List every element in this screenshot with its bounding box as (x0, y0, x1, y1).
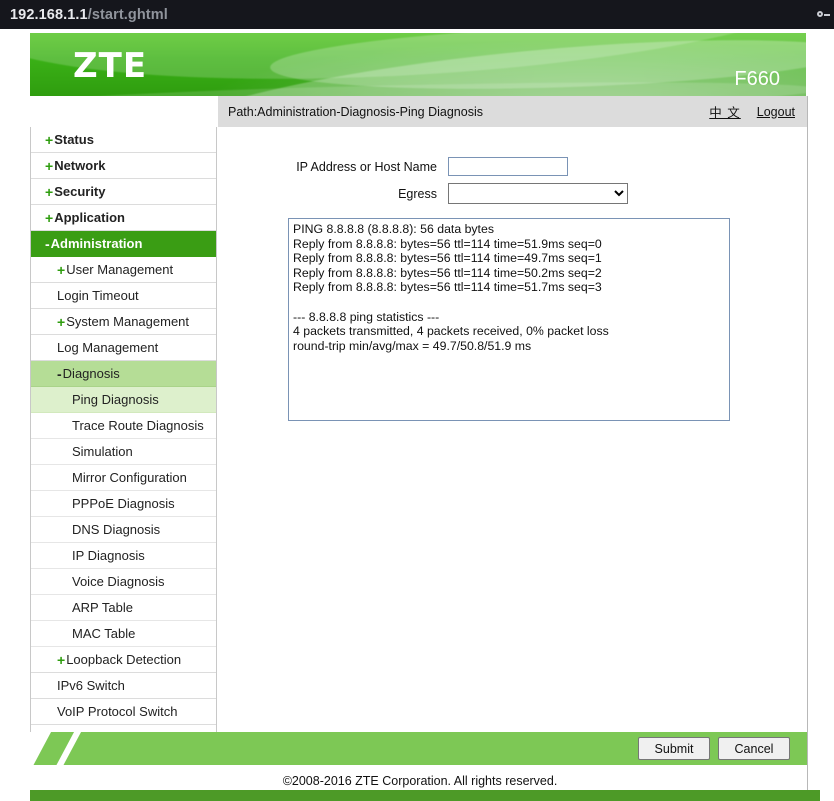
sidebar-item-label: Application (54, 210, 125, 225)
content-pane: Path:Administration-Diagnosis-Ping Diagn… (218, 96, 807, 732)
sidebar-item-label: Voice Diagnosis (72, 574, 165, 589)
browser-chrome-bar: 192.168.1.1/start.ghtml (0, 0, 834, 29)
sidebar-item-ipv6-switch[interactable]: IPv6 Switch (31, 673, 216, 699)
sidebar-navigation: + Status + Network + Security + Application - Adm… (30, 127, 217, 752)
sidebar-item-label: DNS Diagnosis (72, 522, 161, 537)
sidebar-item-label: Loopback Detection (66, 652, 182, 667)
logout-link[interactable]: Logout (757, 105, 795, 119)
key-icon[interactable] (816, 8, 830, 22)
sidebar-item-label: IP Diagnosis (72, 548, 145, 563)
sidebar-item-ip-diagnosis[interactable]: IP Diagnosis (31, 543, 216, 569)
expand-plus-icon: + (45, 157, 54, 174)
sidebar-item-label: Diagnosis (62, 366, 120, 381)
page-body: + Status + Network + Security + Application - Adm… (30, 96, 808, 752)
pathbar-links: 中 文 Logout (709, 102, 795, 121)
expand-plus-icon: + (57, 261, 66, 278)
sidebar-item-label: User Management (66, 262, 174, 277)
sidebar-item-security[interactable]: + Security (31, 179, 216, 205)
footer-buttons: Submit Cancel (638, 737, 790, 760)
sidebar-item-voice-diagnosis[interactable]: Voice Diagnosis (31, 569, 216, 595)
sidebar-item-label: PPPoE Diagnosis (72, 496, 175, 511)
url-path: /start.ghtml (87, 6, 168, 23)
ip-address-label: IP Address or Host Name (296, 159, 437, 174)
sidebar-item-simulation[interactable]: Simulation (31, 439, 216, 465)
sidebar-item-label: Mirror Configuration (72, 470, 187, 485)
sidebar-item-arp-table[interactable]: ARP Table (31, 595, 216, 621)
expand-plus-icon: + (45, 183, 54, 200)
sidebar-item-administration[interactable]: - Administration (31, 231, 216, 257)
sidebar-item-label: VoIP Protocol Switch (57, 704, 178, 719)
sidebar-item-user-management[interactable]: + User Management (31, 257, 216, 283)
sidebar-item-status[interactable]: + Status (31, 127, 216, 153)
sidebar-item-trace-route-diagnosis[interactable]: Trace Route Diagnosis (31, 413, 216, 439)
breadcrumb-bar: Path:Administration-Diagnosis-Ping Diagn… (218, 96, 807, 127)
ping-output-textarea[interactable] (288, 218, 730, 421)
browser-toolbar-right (816, 8, 830, 22)
sidebar-item-ping-diagnosis[interactable]: Ping Diagnosis (31, 387, 216, 413)
sidebar-item-label: Network (54, 158, 106, 173)
sidebar-item-label: Ping Diagnosis (72, 392, 159, 407)
sidebar-item-diagnosis[interactable]: - Diagnosis (31, 361, 216, 387)
page-right-rule (807, 96, 808, 790)
egress-label: Egress (398, 186, 437, 201)
footer-slash-decoration (30, 732, 104, 765)
collapse-minus-icon: - (45, 235, 50, 252)
sidebar-item-mirror-configuration[interactable]: Mirror Configuration (31, 465, 216, 491)
sidebar-item-log-management[interactable]: Log Management (31, 335, 216, 361)
expand-plus-icon: + (45, 209, 54, 226)
submit-button[interactable]: Submit (638, 737, 710, 760)
copyright-text: ©2008-2016 ZTE Corporation. All rights r… (282, 774, 558, 788)
footer-wedge-left (30, 732, 55, 765)
sidebar-item-label: IPv6 Switch (57, 678, 125, 693)
sidebar-item-label: Trace Route Diagnosis (72, 418, 204, 433)
sidebar-item-label: Administration (50, 236, 143, 251)
sidebar-item-mac-table[interactable]: MAC Table (31, 621, 216, 647)
device-model-label: F660 (734, 68, 780, 90)
page-header-banner: ZTE F660 (30, 33, 806, 96)
collapse-minus-icon: - (57, 365, 62, 382)
expand-plus-icon: + (45, 131, 54, 148)
url-host: 192.168.1.1 (10, 6, 88, 23)
breadcrumb: Path:Administration-Diagnosis-Ping Diagn… (228, 104, 483, 119)
address-bar[interactable]: 192.168.1.1/start.ghtml (10, 7, 168, 23)
sidebar-item-loopback-detection[interactable]: + Loopback Detection (31, 647, 216, 673)
sidebar-item-label: Simulation (72, 444, 133, 459)
sidebar-item-label: Security (54, 184, 106, 199)
sidebar-item-label: System Management (66, 314, 190, 329)
sidebar-item-label: MAC Table (72, 626, 136, 641)
sidebar-item-pppoe-diagnosis[interactable]: PPPoE Diagnosis (31, 491, 216, 517)
router-admin-page: ZTE F660 + Status + Network + Security + Applic… (0, 29, 834, 801)
sidebar-item-label: Status (54, 132, 94, 147)
sidebar-item-label: Log Management (57, 340, 159, 355)
sidebar-item-label: Login Timeout (57, 288, 139, 303)
ip-address-field-row: IP Address or Host Name (218, 157, 807, 176)
sidebar-item-application[interactable]: + Application (31, 205, 216, 231)
language-switch-link[interactable]: 中 文 (709, 102, 740, 121)
ping-diagnosis-form: IP Address or Host Name Egress (218, 127, 807, 426)
ip-address-input[interactable] (448, 157, 568, 176)
sidebar-item-network[interactable]: + Network (31, 153, 216, 179)
footer-wedge-mid (52, 732, 85, 765)
expand-plus-icon: + (57, 313, 66, 330)
cancel-button[interactable]: Cancel (718, 737, 790, 760)
egress-select[interactable] (448, 183, 628, 204)
sidebar-item-label: ARP Table (72, 600, 133, 615)
sidebar-item-dns-diagnosis[interactable]: DNS Diagnosis (31, 517, 216, 543)
sidebar-item-login-timeout[interactable]: Login Timeout (31, 283, 216, 309)
footer-action-bar: Submit Cancel (30, 732, 808, 765)
sidebar-item-voip-protocol-switch[interactable]: VoIP Protocol Switch (31, 699, 216, 725)
egress-field-row: Egress (218, 183, 807, 204)
expand-plus-icon: + (57, 651, 66, 668)
sidebar-item-system-management[interactable]: + System Management (31, 309, 216, 335)
zte-logo: ZTE (73, 46, 148, 86)
